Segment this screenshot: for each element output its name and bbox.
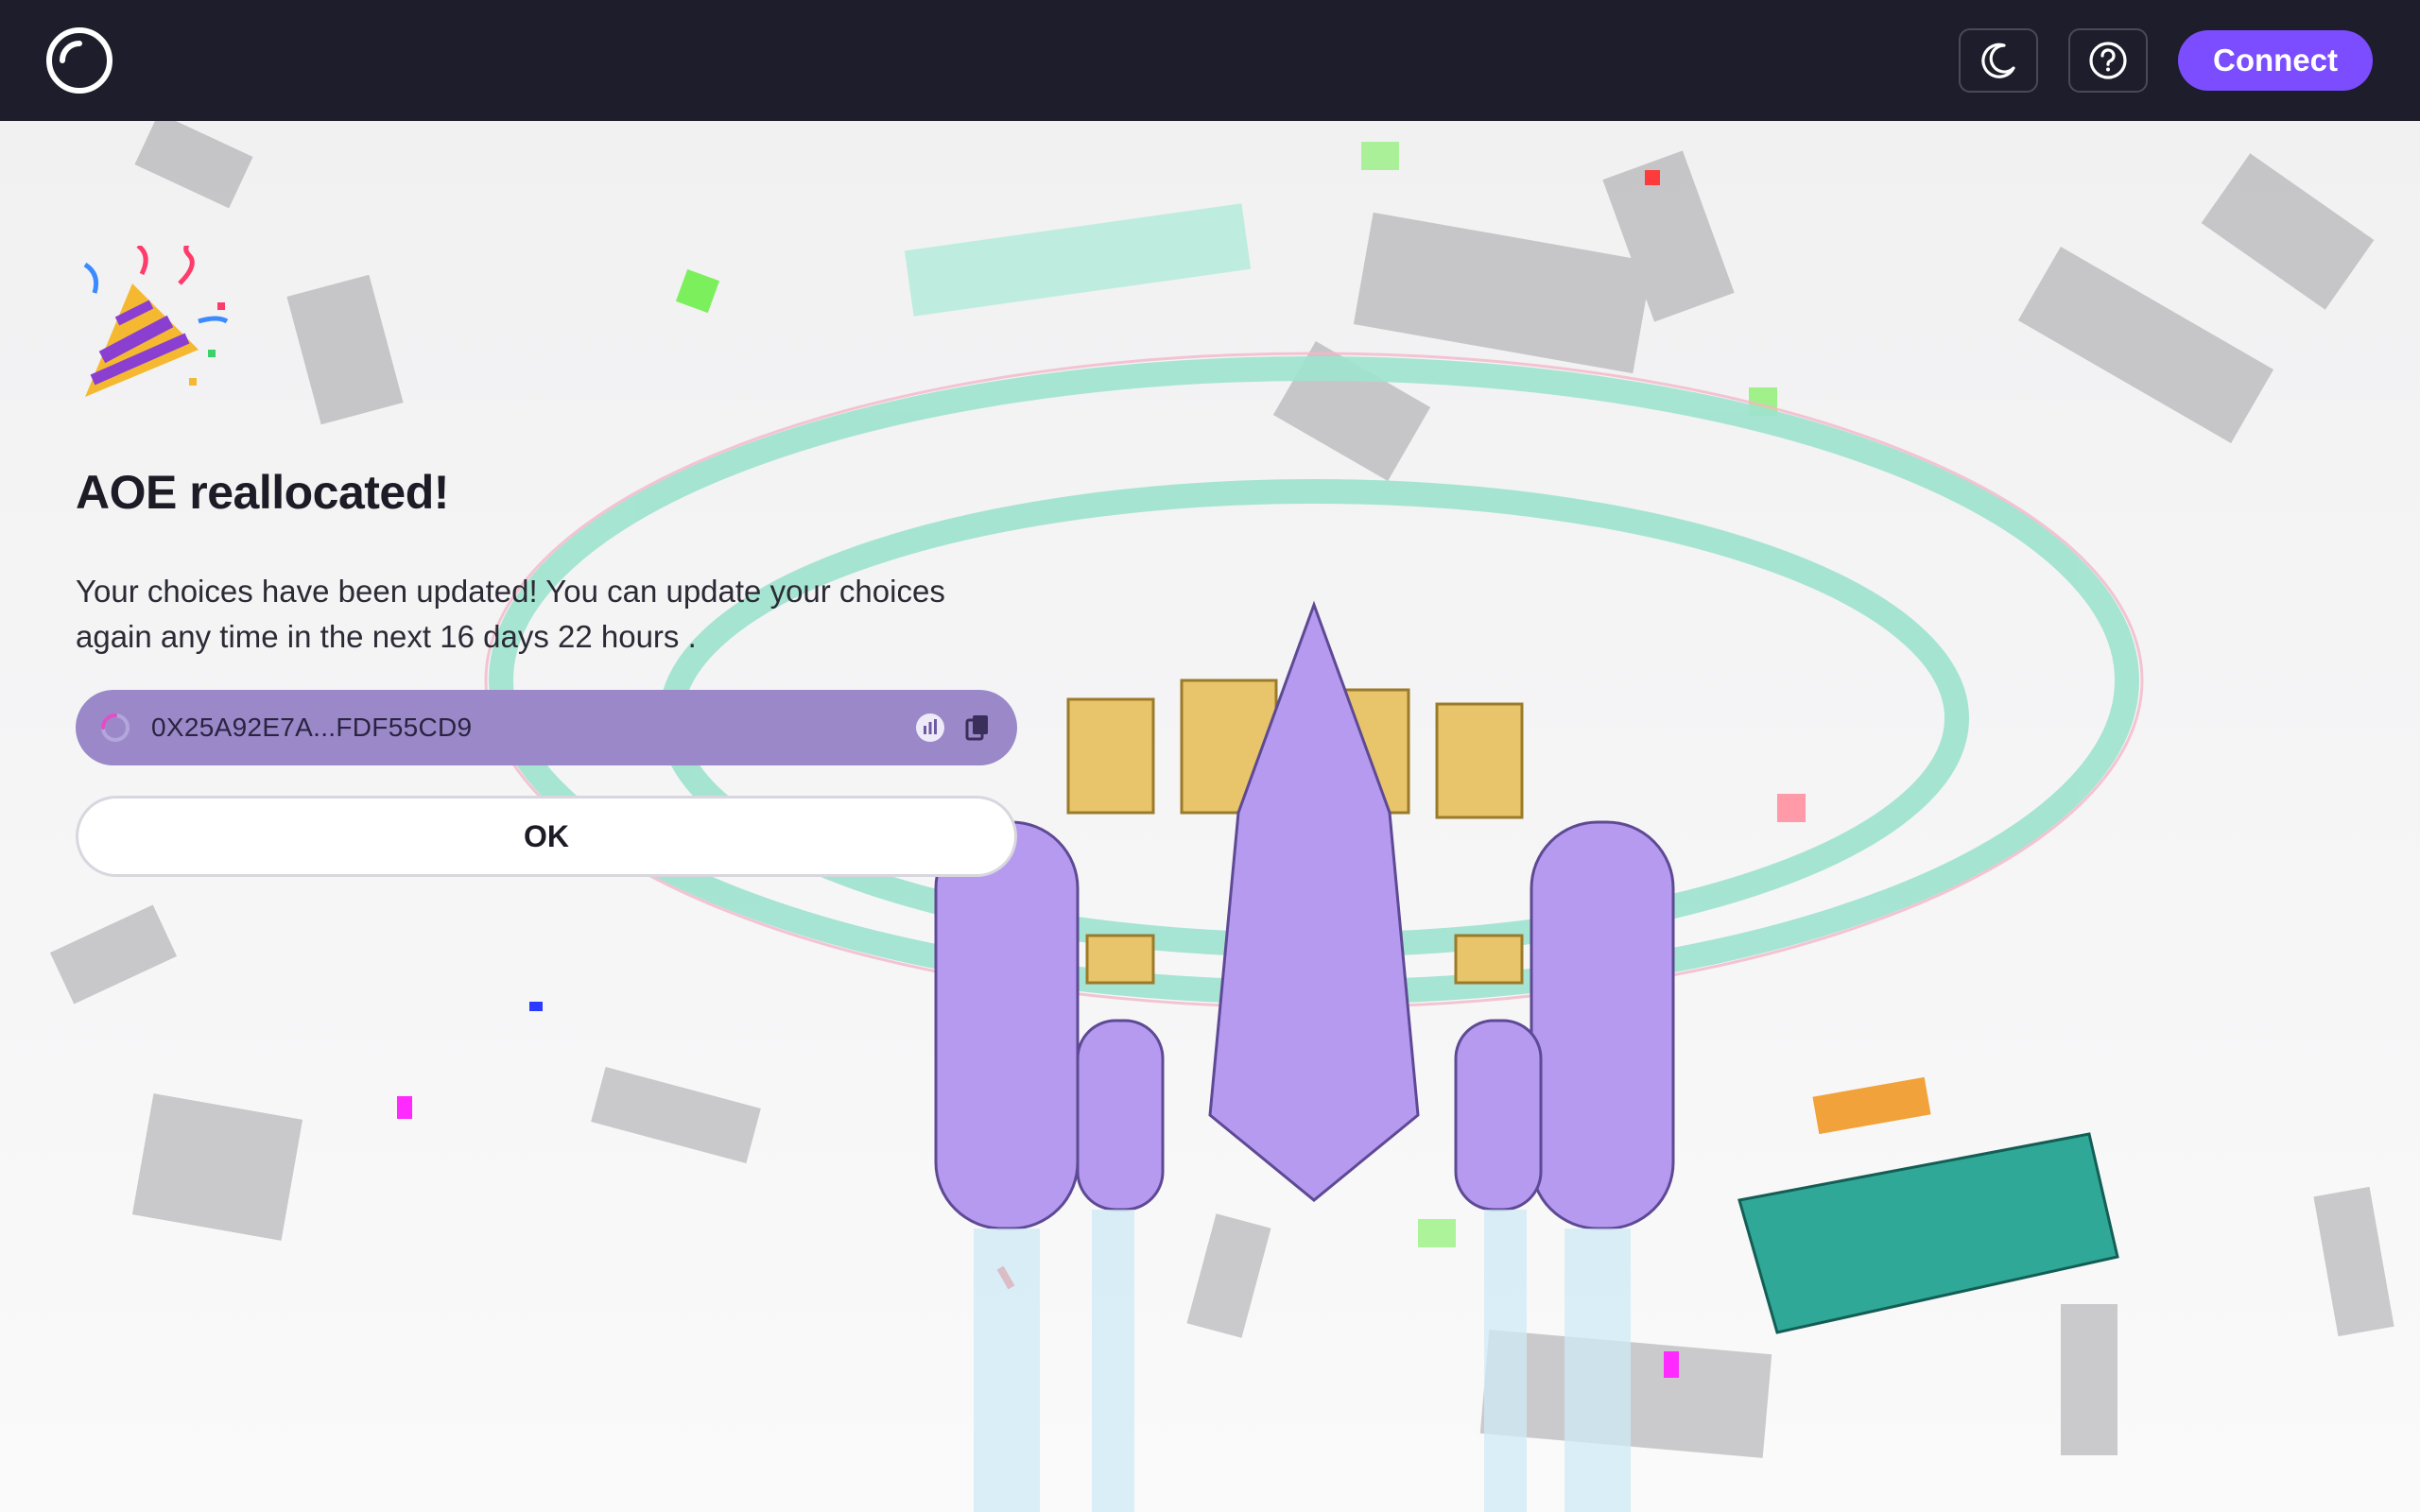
party-popper-icon — [83, 246, 229, 397]
loading-spinner-icon — [101, 713, 130, 742]
ok-button[interactable]: OK — [76, 796, 1017, 877]
success-title: AOE reallocated! — [76, 466, 449, 519]
wallet-address: 0X25A92E7A...FDF55CD9 — [151, 713, 473, 742]
address-display: 0X25A92E7A...FDF55CD9 — [76, 690, 1017, 765]
copy-icon[interactable] — [960, 711, 994, 745]
success-description: Your choices have been updated! You can … — [76, 574, 945, 654]
question-circle-icon — [2089, 42, 2127, 79]
ring-logo-icon[interactable] — [43, 25, 115, 96]
explorer-chart-icon[interactable] — [913, 711, 947, 745]
connect-wallet-button[interactable]: Connect — [2178, 30, 2373, 91]
theme-toggle-button[interactable] — [1959, 28, 2038, 93]
moon-icon — [1981, 43, 2015, 78]
help-button[interactable] — [2068, 28, 2148, 93]
top-navbar: Connect — [0, 0, 2420, 121]
